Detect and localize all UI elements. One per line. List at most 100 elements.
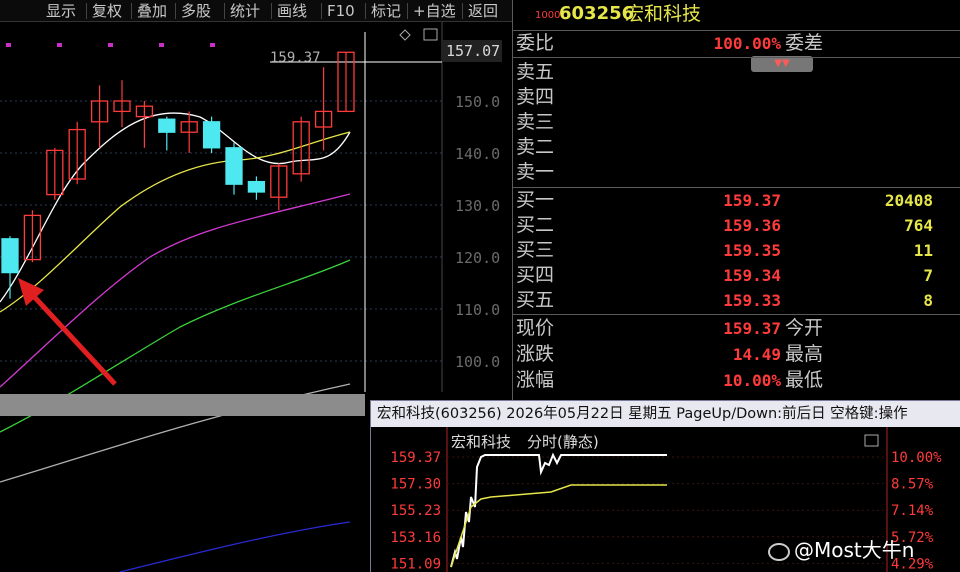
intraday-stock-name: 宏和科技 <box>451 433 511 451</box>
toolbar-item-9[interactable]: 返回 <box>468 0 498 22</box>
intraday-price-tick: 157.30 <box>390 477 441 493</box>
divider <box>513 57 960 58</box>
marker-dot <box>159 43 164 47</box>
toolbar-separator <box>321 3 322 19</box>
stock-code: 603256 <box>559 3 635 24</box>
price-axis: 150.0 140.0 130.0 120.0 110.0 100.0 157.07 159.… <box>270 28 502 371</box>
candlesticks <box>1 51 355 299</box>
toolbar-item-1[interactable]: 复权 <box>92 0 122 22</box>
buy-price: 159.34 <box>723 266 781 285</box>
buy-volume: 11 <box>913 241 933 260</box>
stat-row: 现价 159.37 今开 <box>513 316 960 341</box>
stat-row: 涨幅 10.00% 最低 <box>513 368 960 393</box>
price-tick: 140.0 <box>455 145 500 163</box>
sell-label: 卖二 <box>516 136 555 158</box>
buy-volume: 8 <box>923 291 933 310</box>
price-tick: 100.0 <box>455 353 500 371</box>
toolbar-separator <box>224 3 225 19</box>
buy-label: 买三 <box>516 239 555 261</box>
intraday-mode: 分时(静态) <box>527 433 599 451</box>
stat-value: 159.37 <box>723 319 781 338</box>
chart-overlay <box>0 278 365 416</box>
intraday-price-tick: 155.23 <box>390 503 441 519</box>
intraday-price-tick: 159.37 <box>390 450 441 466</box>
buy-row: 买二 159.36 764 <box>513 213 960 238</box>
window-icon[interactable] <box>423 28 438 41</box>
sell-label: 卖一 <box>516 161 555 183</box>
candle-body <box>247 180 266 193</box>
toolbar-separator <box>407 3 408 19</box>
stock-name: 宏和科技 <box>625 3 702 25</box>
ma250-line <box>119 521 351 572</box>
toolbar-item-3[interactable]: 多股 <box>181 0 211 22</box>
toolbar-item-4[interactable]: 统计 <box>230 0 260 22</box>
stat-label: 涨跌 <box>516 343 555 365</box>
stat-value: 10.00% <box>723 371 781 390</box>
weibi-label: 委比 <box>516 32 555 54</box>
toolbar-separator <box>462 3 463 19</box>
stat-label2: 最低 <box>785 369 824 391</box>
ma10-line <box>0 131 351 313</box>
buy-volume: 764 <box>904 216 933 235</box>
toolbar-separator <box>271 3 272 19</box>
toolbar-separator <box>175 3 176 19</box>
sell-row: 卖四 <box>513 85 960 110</box>
price-tick: 110.0 <box>455 301 500 319</box>
toolbar-item-8[interactable]: +自选 <box>413 0 456 22</box>
toolbar-item-7[interactable]: 标记 <box>371 0 401 22</box>
price-tick: 130.0 <box>455 197 500 215</box>
annotation-arrow <box>26 288 117 386</box>
toolbar-item-6[interactable]: F10 <box>327 0 355 22</box>
toolbar-separator <box>86 3 87 19</box>
buy-label: 买五 <box>516 289 555 311</box>
sell-row: 卖二 <box>513 135 960 160</box>
buy-volume: 7 <box>923 266 933 285</box>
buy-volume: 20408 <box>884 191 933 210</box>
toolbar-item-2[interactable]: 叠加 <box>137 0 167 22</box>
sell-label: 卖三 <box>516 111 555 133</box>
sell-label: 卖四 <box>516 86 555 108</box>
current-price-label: 157.07 <box>446 42 500 60</box>
toolbar-separator <box>365 3 366 19</box>
intraday-pct-tick: 10.00% <box>891 450 942 466</box>
weibi-value: 100.00% <box>713 34 781 53</box>
small-mark: 1000 <box>535 10 561 21</box>
buy-price: 159.37 <box>723 191 781 210</box>
candle-body <box>158 118 176 133</box>
stat-value: 14.49 <box>732 345 781 364</box>
popup-title: 宏和科技(603256) 2026年05月22日 星期五 PageUp/Down… <box>371 401 960 427</box>
watermark: @Most大牛n <box>768 534 914 563</box>
buy-row: 买四 159.34 7 <box>513 263 960 288</box>
buy-row: 买一 159.37 20408 <box>513 188 960 213</box>
stat-label2: 最高 <box>785 343 824 365</box>
sell-label: 卖五 <box>516 61 555 83</box>
buy-row: 买三 159.35 11 <box>513 238 960 263</box>
candle-body <box>202 121 221 149</box>
divider <box>513 314 960 315</box>
stat-row: 涨跌 14.49 最高 <box>513 342 960 367</box>
price-tick: 120.0 <box>455 249 500 267</box>
buy-label: 买一 <box>516 189 555 211</box>
marker-dot <box>57 43 62 47</box>
separator-band <box>0 394 365 416</box>
intraday-price-tick: 153.16 <box>390 530 441 546</box>
diamond-icon[interactable] <box>399 29 411 41</box>
toolbar-item-5[interactable]: 画线 <box>277 0 307 22</box>
sell-row: 卖三 <box>513 110 960 135</box>
sell-row: 卖五 <box>513 60 960 85</box>
price-tick: 150.0 <box>455 93 500 111</box>
intraday-price-tick: 151.09 <box>390 556 441 572</box>
intraday-pct-tick: 7.14% <box>891 503 934 519</box>
stat-label: 现价 <box>516 317 555 339</box>
moving-average-lines <box>0 112 351 572</box>
stat-label: 涨幅 <box>516 369 555 391</box>
weibi-row: 委比 100.00% 委差 <box>513 31 960 56</box>
buy-price: 159.33 <box>723 291 781 310</box>
marker-dot <box>6 43 11 47</box>
toolbar-item-0[interactable]: 显示 <box>46 0 76 22</box>
buy-price: 159.35 <box>723 241 781 260</box>
weicha-label: 委差 <box>785 32 824 54</box>
watermark-text: @Most大牛n <box>794 538 915 562</box>
high-price-label: 159.37 <box>270 50 321 66</box>
toolbar-separator <box>131 3 132 19</box>
